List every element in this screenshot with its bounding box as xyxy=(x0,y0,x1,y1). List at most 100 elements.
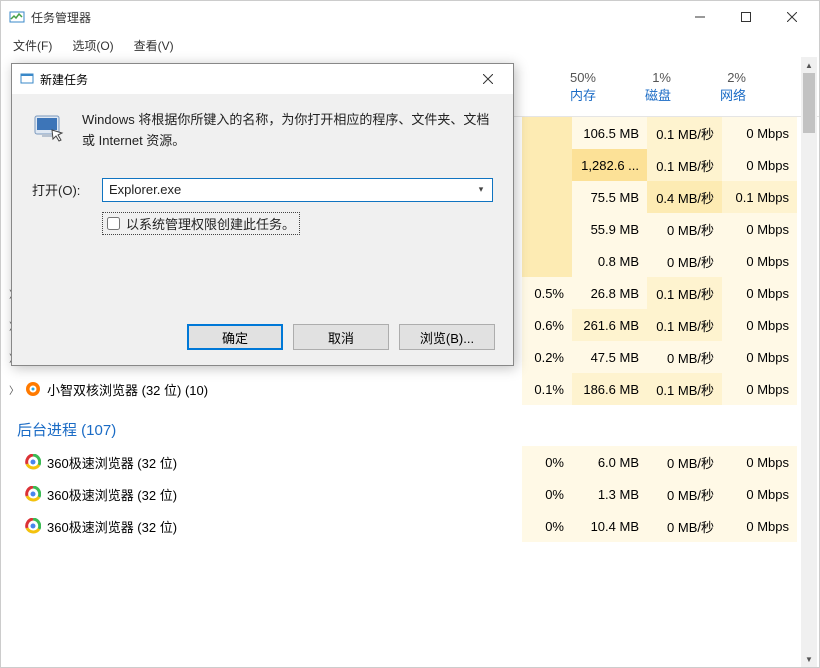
cell-cpu xyxy=(522,245,572,277)
cell-cpu: 0.2% xyxy=(522,341,572,373)
cell-disk: 0.1 MB/秒 xyxy=(647,373,722,405)
menu-options[interactable]: 选项(O) xyxy=(68,35,117,56)
admin-label: 以系统管理权限创建此任务。 xyxy=(126,214,295,233)
cell-network: 0 Mbps xyxy=(722,277,797,309)
process-name: 小智双核浏览器 (32 位) (10) xyxy=(47,380,208,399)
col-network[interactable]: 2% 网络 xyxy=(679,57,754,116)
col-memory-label: 内存 xyxy=(529,85,596,104)
ok-button[interactable]: 确定 xyxy=(187,324,283,350)
cell-memory: 55.9 MB xyxy=(572,213,647,245)
cell-disk: 0 MB/秒 xyxy=(647,245,722,277)
maximize-button[interactable] xyxy=(723,2,769,32)
menu-view[interactable]: 查看(V) xyxy=(130,35,178,56)
cell-network: 0 Mbps xyxy=(722,213,797,245)
run-icon xyxy=(32,110,68,146)
cell-memory: 6.0 MB xyxy=(572,446,647,478)
cell-cpu: 0% xyxy=(522,510,572,542)
col-memory[interactable]: 50% 内存 xyxy=(529,57,604,116)
cell-cpu: 0.5% xyxy=(522,277,572,309)
cell-cpu xyxy=(522,181,572,213)
table-row[interactable]: 〉 小智双核浏览器 (32 位) (10) 0.1% 186.6 MB 0.1 … xyxy=(1,373,819,405)
column-headers: 50% 内存 1% 磁盘 2% 网络 xyxy=(479,57,819,117)
scroll-track[interactable] xyxy=(801,73,817,651)
cell-memory: 47.5 MB xyxy=(572,341,647,373)
process-name: 360极速浏览器 (32 位) xyxy=(47,453,177,472)
scroll-up-button[interactable]: ▲ xyxy=(801,57,817,73)
cell-network: 0 Mbps xyxy=(722,478,797,510)
col-disk-pct: 1% xyxy=(604,70,671,85)
cell-disk: 0 MB/秒 xyxy=(647,478,722,510)
process-name: 360极速浏览器 (32 位) xyxy=(47,517,177,536)
open-label: 打开(O): xyxy=(32,180,92,199)
cancel-button[interactable]: 取消 xyxy=(293,324,389,350)
cell-disk: 0 MB/秒 xyxy=(647,213,722,245)
cell-cpu xyxy=(522,149,572,181)
cell-memory: 1,282.6 ... xyxy=(572,149,647,181)
dialog-body: Windows 将根据你所键入的名称，为你打开相应的程序、文件夹、文档或 Int… xyxy=(12,94,513,309)
cell-memory: 106.5 MB xyxy=(572,117,647,149)
process-icon xyxy=(25,486,41,502)
cell-memory: 0.8 MB xyxy=(572,245,647,277)
cell-network: 0 Mbps xyxy=(722,309,797,341)
admin-checkbox[interactable] xyxy=(107,217,120,230)
cell-cpu: 0% xyxy=(522,478,572,510)
cell-disk: 0.1 MB/秒 xyxy=(647,277,722,309)
cell-network: 0.1 Mbps xyxy=(722,181,797,213)
menubar: 文件(F) 选项(O) 查看(V) xyxy=(1,33,819,57)
cell-network: 0 Mbps xyxy=(722,510,797,542)
titlebar: 任务管理器 xyxy=(1,1,819,33)
dialog-titlebar: 新建任务 xyxy=(12,64,513,94)
cell-disk: 0 MB/秒 xyxy=(647,341,722,373)
cell-network: 0 Mbps xyxy=(722,341,797,373)
cell-network: 0 Mbps xyxy=(722,245,797,277)
cell-cpu xyxy=(522,213,572,245)
table-row[interactable]: 360极速浏览器 (32 位) 0% 1.3 MB 0 MB/秒 0 Mbps xyxy=(1,478,819,510)
scrollbar[interactable]: ▲ ▼ xyxy=(801,57,817,667)
close-button[interactable] xyxy=(769,2,815,32)
cell-disk: 0.4 MB/秒 xyxy=(647,181,722,213)
process-icon xyxy=(25,381,41,397)
col-memory-pct: 50% xyxy=(529,70,596,85)
cell-cpu: 0.1% xyxy=(522,373,572,405)
cell-memory: 186.6 MB xyxy=(572,373,647,405)
table-row[interactable]: 360极速浏览器 (32 位) 0% 10.4 MB 0 MB/秒 0 Mbps xyxy=(1,510,819,542)
process-icon xyxy=(25,454,41,470)
col-network-pct: 2% xyxy=(679,70,746,85)
process-name: 360极速浏览器 (32 位) xyxy=(47,485,177,504)
cell-cpu xyxy=(522,117,572,149)
col-network-label: 网络 xyxy=(679,85,746,104)
cell-memory: 26.8 MB xyxy=(572,277,647,309)
dialog-description: Windows 将根据你所键入的名称，为你打开相应的程序、文件夹、文档或 Int… xyxy=(82,110,493,152)
admin-checkbox-row[interactable]: 以系统管理权限创建此任务。 xyxy=(102,212,300,235)
cell-memory: 10.4 MB xyxy=(572,510,647,542)
process-icon xyxy=(25,518,41,534)
menu-file[interactable]: 文件(F) xyxy=(9,35,56,56)
dialog-buttons: 确定 取消 浏览(B)... xyxy=(12,309,513,365)
dialog-title: 新建任务 xyxy=(40,71,469,88)
col-disk[interactable]: 1% 磁盘 xyxy=(604,57,679,116)
cell-memory: 75.5 MB xyxy=(572,181,647,213)
scroll-thumb[interactable] xyxy=(803,73,815,133)
dialog-close-button[interactable] xyxy=(469,66,507,92)
cell-network: 0 Mbps xyxy=(722,117,797,149)
browse-button[interactable]: 浏览(B)... xyxy=(399,324,495,350)
cell-disk: 0 MB/秒 xyxy=(647,510,722,542)
scroll-down-button[interactable]: ▼ xyxy=(801,651,817,667)
chevron-down-icon[interactable]: ▾ xyxy=(473,182,489,198)
open-combobox[interactable]: Explorer.exe ▾ xyxy=(102,178,493,202)
cell-disk: 0.1 MB/秒 xyxy=(647,117,722,149)
cell-network: 0 Mbps xyxy=(722,149,797,181)
minimize-button[interactable] xyxy=(677,2,723,32)
window-title: 任务管理器 xyxy=(31,9,677,26)
cell-network: 0 Mbps xyxy=(722,446,797,478)
table-row[interactable]: 360极速浏览器 (32 位) 0% 6.0 MB 0 MB/秒 0 Mbps xyxy=(1,446,819,478)
open-value: Explorer.exe xyxy=(109,182,181,197)
cell-disk: 0.1 MB/秒 xyxy=(647,149,722,181)
cell-disk: 0 MB/秒 xyxy=(647,446,722,478)
task-manager-icon xyxy=(9,9,25,25)
expand-icon[interactable]: 〉 xyxy=(9,382,19,397)
run-dialog-icon xyxy=(20,72,34,86)
section-background: 后台进程 (107) xyxy=(1,405,819,446)
cell-memory: 261.6 MB xyxy=(572,309,647,341)
cell-cpu: 0% xyxy=(522,446,572,478)
